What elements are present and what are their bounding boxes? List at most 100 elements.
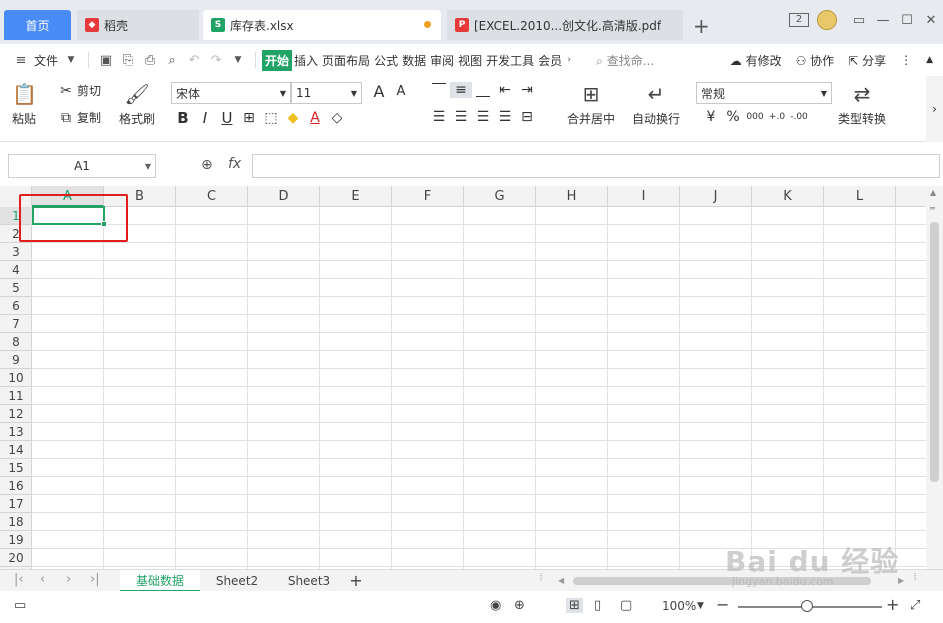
column-header-k[interactable]: K	[752, 186, 824, 207]
column-header-d[interactable]: D	[248, 186, 320, 207]
scroll-left-icon[interactable]: ◀	[558, 576, 564, 585]
name-box[interactable]: A1 ▼	[8, 154, 156, 178]
fx-icon[interactable]: fx	[228, 156, 241, 172]
menu-home[interactable]: 开始	[262, 49, 293, 71]
menu-data[interactable]: 数据	[400, 52, 428, 69]
row-header-7[interactable]: 7	[0, 315, 32, 333]
maximize-icon[interactable]: ☐	[895, 13, 919, 28]
tab-pdf-document[interactable]: P [EXCEL.2010...创文化.高清版.pdf	[447, 10, 683, 40]
align-right-icon[interactable]: ☰	[472, 109, 494, 125]
row-header-18[interactable]: 18	[0, 513, 32, 531]
normal-view-icon[interactable]: ⊞	[566, 598, 583, 613]
column-header-i[interactable]: I	[608, 186, 680, 207]
column-header-l[interactable]: L	[824, 186, 896, 207]
row-header-19[interactable]: 19	[0, 531, 32, 549]
menu-insert[interactable]: 插入	[292, 52, 320, 69]
indent-decrease-icon[interactable]: ⇤	[494, 82, 516, 98]
fill-color-icon[interactable]: ◆	[282, 110, 304, 126]
reading-view-icon[interactable]: ▢	[620, 598, 632, 613]
border-icon[interactable]: ⊞	[238, 110, 260, 126]
page-break-view-icon[interactable]: ▯	[594, 598, 601, 613]
percent-button[interactable]: %	[722, 109, 744, 125]
sheet-tab-sheet2[interactable]: Sheet2	[204, 570, 270, 592]
menu-file[interactable]: 文件	[32, 52, 60, 69]
sheet-tab-sheet3[interactable]: Sheet3	[276, 570, 342, 592]
currency-button[interactable]: ¥	[700, 109, 722, 125]
cell-area[interactable]	[32, 207, 926, 569]
row-header-11[interactable]: 11	[0, 387, 32, 405]
decrease-decimal-button[interactable]: -.00	[788, 112, 810, 122]
increase-decimal-button[interactable]: +.0	[766, 112, 788, 122]
print-icon[interactable]: ⎙	[139, 53, 161, 68]
more-icon[interactable]: ⋮	[900, 53, 912, 67]
bold-button[interactable]: B	[172, 109, 194, 127]
chevron-down-icon[interactable]: ▼	[60, 55, 82, 65]
input-method-icon[interactable]: ⊕	[514, 598, 525, 613]
account-badge-icon[interactable]: 2	[789, 13, 809, 27]
row-header-6[interactable]: 6	[0, 297, 32, 315]
zoom-in-button[interactable]: +	[886, 595, 899, 614]
vertical-scroll-thumb[interactable]	[930, 222, 939, 482]
macro-record-icon[interactable]: ▭	[14, 598, 26, 613]
align-center-icon[interactable]: ☰	[450, 109, 472, 125]
export-icon[interactable]: ⎘	[117, 53, 139, 68]
last-sheet-icon[interactable]: ›|	[90, 572, 100, 587]
share-button[interactable]: ⇱ 分享	[848, 52, 886, 69]
zoom-slider-knob[interactable]	[801, 600, 813, 612]
first-sheet-icon[interactable]: |‹	[14, 572, 24, 587]
zoom-out-button[interactable]: −	[716, 595, 729, 614]
eraser-icon[interactable]: ◇	[326, 110, 348, 126]
scroll-up-icon[interactable]: ▲	[930, 188, 936, 197]
collab-button[interactable]: ⚇ 协作	[796, 52, 835, 69]
font-size-select[interactable]: 11 ▼	[291, 82, 362, 104]
close-icon[interactable]: ✕	[919, 13, 943, 28]
tab-home[interactable]: 首页	[4, 10, 71, 40]
distribute-icon[interactable]: ⊟	[516, 109, 538, 125]
split-handle-icon[interactable]: ═	[930, 204, 935, 213]
column-header-f[interactable]: F	[392, 186, 464, 207]
align-top-icon[interactable]: ⎺	[428, 82, 450, 98]
tab-split-handle-icon[interactable]: ⦙	[540, 572, 542, 583]
prev-sheet-icon[interactable]: ‹	[40, 572, 45, 587]
row-header-17[interactable]: 17	[0, 495, 32, 513]
row-header-10[interactable]: 10	[0, 369, 32, 387]
italic-button[interactable]: I	[194, 109, 216, 127]
row-header-12[interactable]: 12	[0, 405, 32, 423]
chevron-right-icon[interactable]: ›	[564, 55, 574, 65]
changes-button[interactable]: ☁ 有修改	[730, 52, 782, 69]
align-bottom-icon[interactable]: ⎽	[472, 82, 494, 98]
menu-view[interactable]: 视图	[456, 52, 484, 69]
fullscreen-icon[interactable]: ⤢	[910, 598, 920, 613]
chevron-down-icon[interactable]: ▼	[227, 55, 249, 65]
justify-icon[interactable]: ☰	[494, 109, 516, 125]
chevron-down-icon[interactable]: ▼	[697, 601, 704, 611]
thousands-button[interactable]: 000	[744, 112, 766, 122]
ribbon-scroll-right-icon[interactable]: ›	[926, 76, 943, 142]
sheet-tab-basic-data[interactable]: 基础数据	[120, 570, 200, 592]
shrink-font-icon[interactable]: A	[390, 84, 412, 99]
menu-developer[interactable]: 开发工具	[484, 52, 536, 69]
paste-button[interactable]: 📋 粘贴	[12, 82, 37, 127]
new-tab-button[interactable]: +	[693, 14, 710, 38]
row-header-20[interactable]: 20	[0, 549, 32, 567]
grow-font-icon[interactable]: A	[368, 82, 390, 101]
column-header-j[interactable]: J	[680, 186, 752, 207]
wrap-text-button[interactable]: ↵ 自动换行	[632, 82, 680, 127]
indent-increase-icon[interactable]: ⇥	[516, 82, 538, 98]
zoom-level[interactable]: 100%	[662, 599, 696, 613]
tab-daoke[interactable]: ◆ 稻壳	[77, 10, 199, 40]
underline-button[interactable]: U	[216, 109, 238, 127]
row-header-4[interactable]: 4	[0, 261, 32, 279]
vertical-scrollbar[interactable]: ▲ ═	[926, 186, 943, 569]
font-name-select[interactable]: 宋体 ▼	[171, 82, 291, 104]
menu-member[interactable]: 会员	[536, 52, 564, 69]
row-header-3[interactable]: 3	[0, 243, 32, 261]
redo-icon[interactable]: ↷	[205, 53, 227, 68]
h-split-handle-icon[interactable]: ⦙	[914, 572, 916, 583]
number-format-select[interactable]: 常规 ▼	[696, 82, 832, 104]
hamburger-icon[interactable]: ≡	[10, 53, 32, 68]
row-header-9[interactable]: 9	[0, 351, 32, 369]
format-painter-button[interactable]: 🖌 格式刷	[119, 82, 155, 127]
add-sheet-button[interactable]: +	[346, 570, 366, 592]
row-header-15[interactable]: 15	[0, 459, 32, 477]
